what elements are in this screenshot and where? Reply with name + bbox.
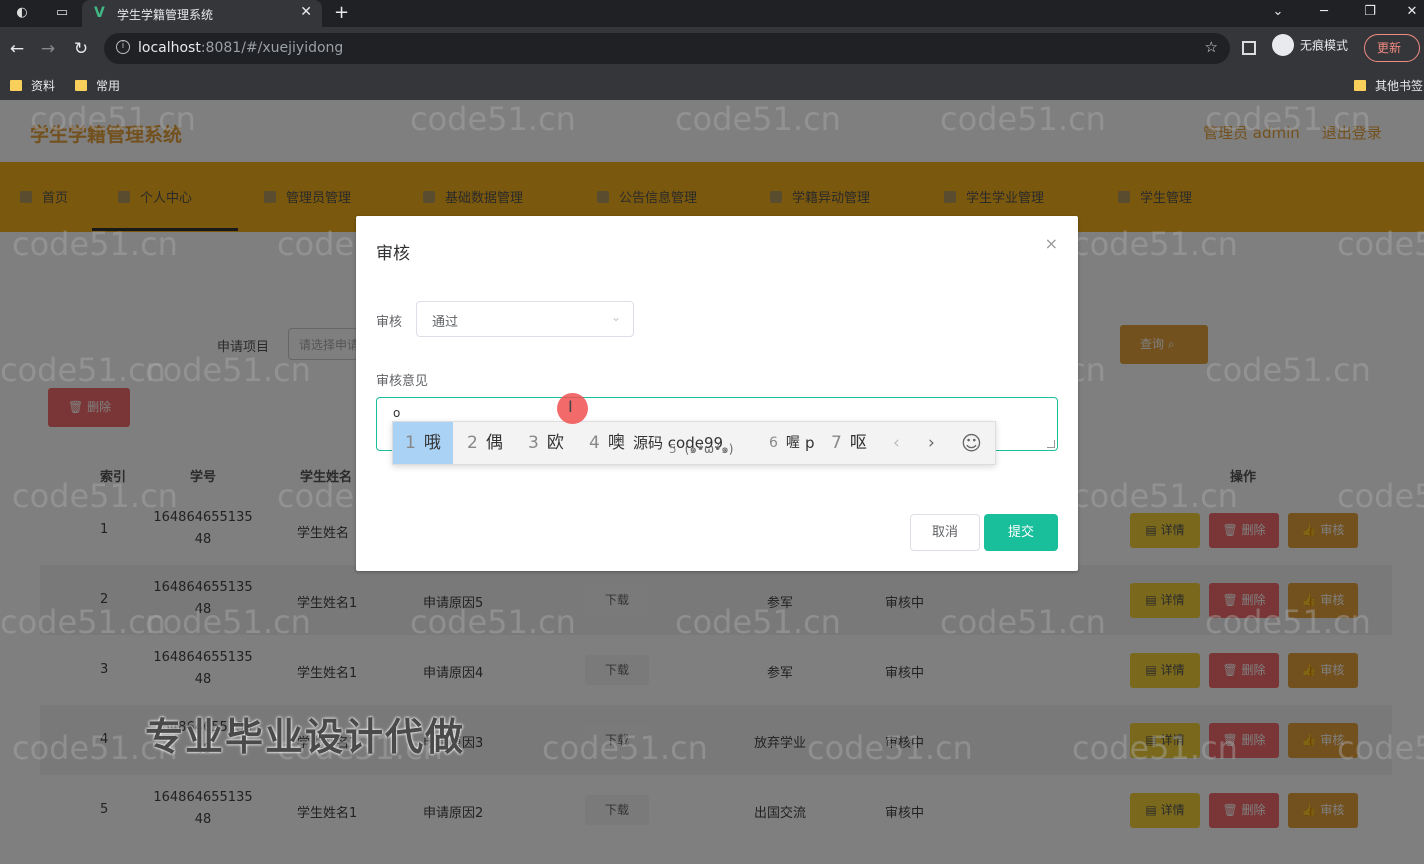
promo-overlay: 专业毕业设计代做 xyxy=(145,715,466,759)
submit-button[interactable]: 提交 xyxy=(984,514,1058,551)
close-window-icon[interactable]: ✕ xyxy=(1402,4,1422,19)
ime-candidate[interactable]: 2偶 xyxy=(467,422,503,464)
dialog-title: 审核 xyxy=(376,244,410,264)
browser-tab[interactable]: V 学生学籍管理系统 ✕ xyxy=(82,0,322,27)
browser-tab-bar: ◐ ▭ V 学生学籍管理系统 ✕ + ⌄ ─ ❐ ✕ xyxy=(0,0,1424,27)
ime-candidate[interactable]: 5 (๑•̀ω•́๑) xyxy=(669,442,733,456)
bookmarks-bar: 资料 常用 其他书签 xyxy=(0,71,1424,100)
bookmark-folder[interactable]: 常用 xyxy=(75,77,120,94)
folder-icon xyxy=(75,80,87,91)
reload-icon[interactable]: ↻ xyxy=(71,39,91,59)
ime-next-icon[interactable]: › xyxy=(928,422,935,464)
incognito-indicator[interactable]: 无痕模式 xyxy=(1272,34,1348,62)
close-icon[interactable]: × xyxy=(1045,234,1058,253)
chevron-down-icon: ⌄ xyxy=(610,310,621,324)
folder-icon xyxy=(1354,80,1366,91)
cancel-button[interactable]: 取消 xyxy=(910,514,980,551)
update-button[interactable]: 更新 xyxy=(1364,34,1420,62)
text-cursor-icon: I xyxy=(568,397,573,416)
folder-icon xyxy=(10,80,22,91)
url-field[interactable]: i localhost:8081/#/xuejiyidong ☆ xyxy=(104,33,1230,64)
restore-icon[interactable]: ❐ xyxy=(1360,4,1380,19)
emoji-icon[interactable]: ☺ xyxy=(961,422,982,464)
ime-candidate[interactable]: 6喔 xyxy=(769,422,800,464)
resize-handle[interactable] xyxy=(1047,440,1055,448)
ime-candidate[interactable]: 7呕 xyxy=(831,422,867,464)
opinion-text: o xyxy=(393,406,401,420)
opinion-label: 审核意见 xyxy=(376,374,429,389)
bookmark-folder[interactable]: 资料 xyxy=(10,77,55,94)
audit-dialog: 审核 × 审核 通过 ⌄ 审核意见 o 取消 提交 xyxy=(356,216,1078,571)
ime-candidate[interactable]: 3欧 xyxy=(528,422,564,464)
audit-label: 审核 xyxy=(376,315,403,330)
tab-search-icon[interactable]: ▭ xyxy=(52,4,72,22)
new-tab-button[interactable]: + xyxy=(334,2,349,23)
ime-prev-icon[interactable]: ‹ xyxy=(893,422,900,464)
browser-menu-icon[interactable]: ◐ xyxy=(12,4,32,22)
side-panel-icon[interactable] xyxy=(1242,41,1256,55)
address-bar: ← → ↻ i localhost:8081/#/xuejiyidong ☆ 无… xyxy=(0,27,1424,71)
ime-candidate-bar: 1哦 2偶 3欧 4噢 源码 code99 6喔 7呕 5 (๑•̀ω•́๑) p… xyxy=(392,421,996,465)
minimize-icon[interactable]: ─ xyxy=(1314,4,1334,19)
ime-overlap-text: p xyxy=(805,434,815,452)
site-info-icon[interactable]: i xyxy=(116,40,130,54)
back-icon[interactable]: ← xyxy=(7,39,27,59)
tab-list-icon[interactable]: ⌄ xyxy=(1268,4,1288,19)
url-text: localhost:8081/#/xuejiyidong xyxy=(138,40,344,56)
incognito-icon xyxy=(1272,34,1294,56)
vue-logo-icon: V xyxy=(94,5,105,21)
ime-candidate[interactable]: 1哦 xyxy=(393,422,453,464)
tab-close-icon[interactable]: ✕ xyxy=(300,4,312,20)
audit-select[interactable]: 通过 ⌄ xyxy=(416,301,634,337)
audit-select-value: 通过 xyxy=(432,315,459,330)
other-bookmarks[interactable]: 其他书签 xyxy=(1354,77,1423,94)
ime-candidate[interactable]: 4噢 xyxy=(589,422,625,464)
tab-title: 学生学籍管理系统 xyxy=(117,8,214,22)
forward-icon[interactable]: → xyxy=(38,39,58,59)
bookmark-star-icon[interactable]: ☆ xyxy=(1205,38,1218,56)
